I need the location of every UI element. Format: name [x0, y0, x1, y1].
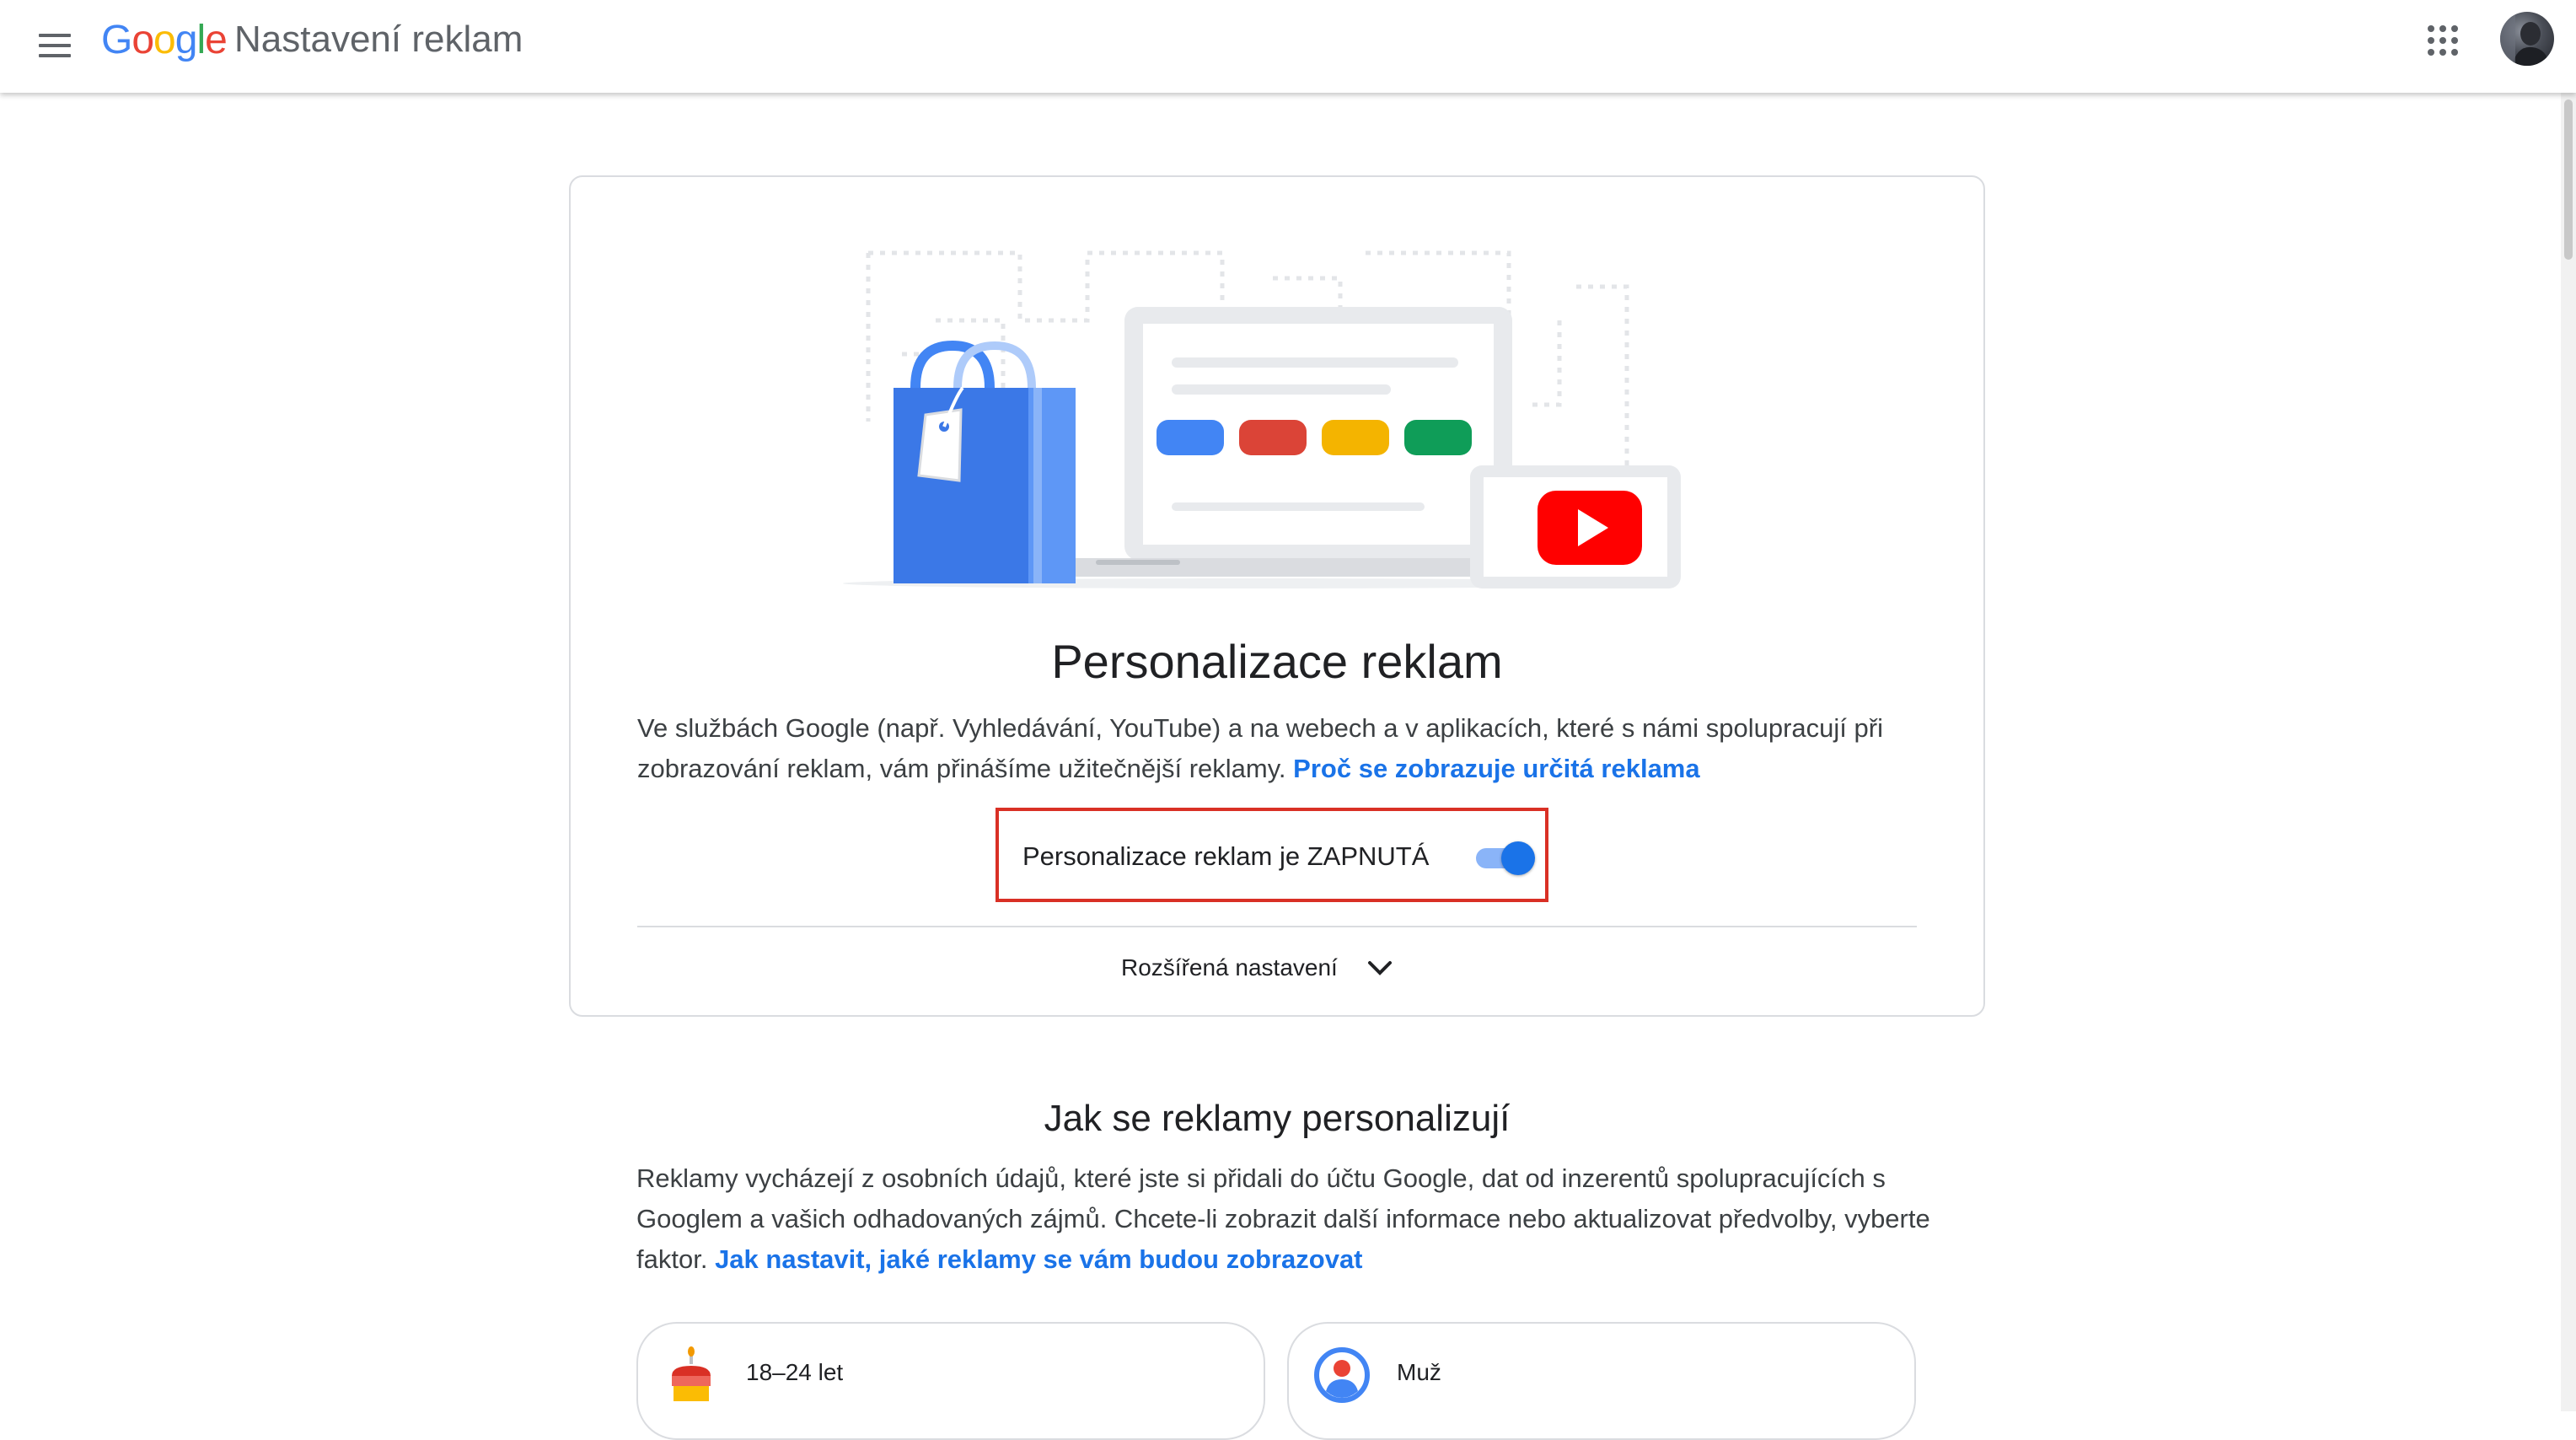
ad-personalization-toggle-row: Personalizace reklam je ZAPNUTÁ [996, 808, 1548, 902]
card-title: Personalizace reklam [1051, 635, 1503, 688]
toggle-label: Personalizace reklam je ZAPNUTÁ [1022, 841, 1430, 871]
card-description: Ve službách Google (např. Vyhledávání, Y… [637, 708, 1952, 789]
factor-gender-card[interactable]: Muž [1287, 1322, 1916, 1440]
page-scrollbar[interactable] [2561, 93, 2576, 1411]
advanced-settings-label: Rozšířená nastavení [1121, 954, 1338, 981]
chevron-down-icon [1368, 961, 1393, 975]
ad-personalization-illustration [843, 250, 1681, 588]
illustration-green-pill [1404, 420, 1472, 455]
logo-letter: g [174, 18, 198, 62]
illustration-blue-pill [1157, 420, 1224, 455]
advanced-settings-button[interactable]: Rozšířená nastavení [1121, 954, 1393, 993]
section-title: Jak se reklamy personalizují [1044, 1098, 1511, 1139]
why-this-ad-link[interactable]: Proč se zobrazuje určitá reklama [1293, 754, 1699, 783]
logo-letter: o [153, 18, 176, 62]
section-description: Reklamy vycházejí z osobních údajů, kter… [636, 1158, 1951, 1280]
ad-personalization-toggle[interactable] [1471, 840, 1537, 875]
illustration-yellow-pill [1322, 420, 1389, 455]
avatar-photo [2500, 12, 2549, 66]
logo-letter: o [131, 18, 154, 62]
top-app-bar: Google Nastavení reklam [0, 0, 2576, 93]
how-to-set-ads-link[interactable]: Jak nastavit, jaké reklamy se vám budou … [715, 1244, 1362, 1274]
logo-letter: G [101, 18, 132, 62]
person-icon [1314, 1347, 1370, 1403]
birthday-cake-icon [672, 1346, 711, 1401]
factor-age-label: 18–24 let [746, 1359, 844, 1385]
factor-gender-label: Muž [1397, 1359, 1441, 1385]
logo-letter: l [196, 18, 206, 62]
card-divider [637, 926, 1917, 927]
logo-letter: e [205, 18, 228, 62]
factor-age-card[interactable]: 18–24 let [636, 1322, 1265, 1440]
account-avatar[interactable] [2500, 12, 2554, 66]
hamburger-menu-icon[interactable] [35, 25, 78, 67]
google-logo[interactable]: Google [101, 17, 228, 63]
illustration-red-pill [1239, 420, 1307, 455]
scrollbar-thumb[interactable] [2564, 99, 2573, 260]
toggle-knob [1501, 841, 1535, 875]
app-title: Nastavení reklam [234, 19, 523, 60]
apps-grid-icon[interactable] [2428, 25, 2461, 59]
